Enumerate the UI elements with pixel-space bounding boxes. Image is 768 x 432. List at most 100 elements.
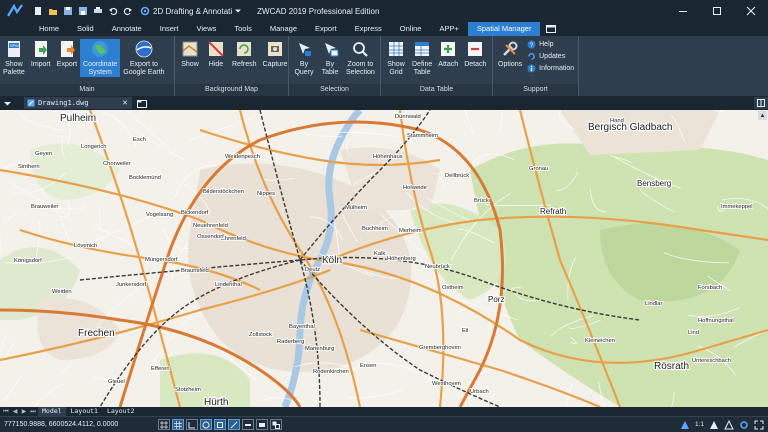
annotation-scale-icon[interactable] xyxy=(680,419,691,430)
selection-cycling-toggle[interactable] xyxy=(270,419,282,430)
tab-insert[interactable]: Insert xyxy=(151,22,188,36)
vertical-scrollbar[interactable]: ▲ xyxy=(757,110,768,407)
attach-button[interactable]: Attach xyxy=(435,39,461,69)
prev-layout-button[interactable]: ◀ xyxy=(11,408,19,416)
maximize-button[interactable] xyxy=(700,0,734,22)
ribbon-tab-bar: Home Solid Annotate Insert Views Tools M… xyxy=(0,22,768,36)
tab-layout1[interactable]: Layout1 xyxy=(67,407,102,416)
tab-layout2[interactable]: Layout2 xyxy=(103,407,138,416)
detach-button[interactable]: Detach xyxy=(461,39,489,69)
tab-app-plus[interactable]: APP+ xyxy=(430,22,467,36)
app-menu-button[interactable] xyxy=(0,0,30,22)
osnap-toggle[interactable] xyxy=(214,419,226,430)
document-menu-button[interactable] xyxy=(0,96,14,110)
map-capture-button[interactable]: Capture xyxy=(260,39,291,69)
information-link[interactable]: Information xyxy=(527,64,574,73)
tab-annotate[interactable]: Annotate xyxy=(103,22,151,36)
tab-export[interactable]: Export xyxy=(306,22,346,36)
annotation-visibility-icon[interactable] xyxy=(708,419,719,430)
open-icon[interactable] xyxy=(47,5,59,17)
place-label: Deutz xyxy=(305,267,320,273)
redo-icon[interactable] xyxy=(122,5,134,17)
place-label: Zollstock xyxy=(249,332,272,338)
options-button[interactable]: Options xyxy=(495,39,525,69)
dynamic-input-icon xyxy=(259,422,265,427)
coordinate-system-button[interactable]: Coordinate System xyxy=(80,39,121,77)
annotation-scale[interactable]: 1:1 xyxy=(695,421,704,428)
minimize-button[interactable] xyxy=(666,0,700,22)
tab-solid[interactable]: Solid xyxy=(68,22,103,36)
first-layout-button[interactable]: ⏮ xyxy=(2,408,10,416)
view-split-button[interactable] xyxy=(754,97,768,109)
place-label: Weidenpesch xyxy=(225,154,260,160)
saveas-icon[interactable] xyxy=(77,5,89,17)
place-label: Stotzheim xyxy=(175,387,201,393)
import-button[interactable]: Import xyxy=(28,39,54,69)
place-label: Holweide xyxy=(403,185,427,191)
place-label: Porz xyxy=(488,295,504,304)
import-label: Import xyxy=(30,61,51,68)
tab-home[interactable]: Home xyxy=(30,22,68,36)
undo-icon[interactable] xyxy=(107,5,119,17)
quick-access-toolbar xyxy=(32,5,134,17)
tab-model[interactable]: Model xyxy=(38,407,66,416)
document-tab[interactable]: Drawing1.dwg ✕ xyxy=(24,97,132,109)
save-icon[interactable] xyxy=(62,5,74,17)
map-refresh-button[interactable]: Refresh xyxy=(229,39,260,69)
help-link[interactable]: ? Help xyxy=(527,40,574,49)
auto-scale-icon[interactable] xyxy=(723,419,734,430)
drawing-canvas[interactable]: Pulheim Bergisch Gladbach Köln Frechen Hürth… xyxy=(0,110,768,407)
place-label: Gronau xyxy=(529,166,548,172)
place-label: Weiden xyxy=(52,289,72,295)
workspace-gear-icon[interactable] xyxy=(738,419,749,430)
svg-text:?: ? xyxy=(530,42,534,49)
workspace-selector[interactable]: 2D Drafting & Annotati xyxy=(140,6,242,16)
dynamic-input-toggle[interactable] xyxy=(256,419,268,430)
otrack-toggle[interactable] xyxy=(228,419,240,430)
map-show-button[interactable]: Show xyxy=(177,39,203,69)
updates-label: Updates xyxy=(539,53,566,60)
tab-manage[interactable]: Manage xyxy=(261,22,306,36)
layout-tab-bar: ⏮ ◀ ▶ ⏭ Model Layout1 Layout2 xyxy=(0,407,768,416)
export-google-earth-button[interactable]: Export to Google Earth xyxy=(120,39,167,77)
ribbon-minimize-button[interactable] xyxy=(544,22,558,36)
close-tab-icon[interactable]: ✕ xyxy=(122,99,128,107)
export-label: Export xyxy=(56,61,78,68)
tab-tools[interactable]: Tools xyxy=(225,22,261,36)
place-label: Brück xyxy=(474,198,489,204)
print-icon[interactable] xyxy=(92,5,104,17)
lineweight-toggle[interactable] xyxy=(242,419,254,430)
scroll-up-button[interactable]: ▲ xyxy=(758,111,767,120)
workspace-label: 2D Drafting & Annotati xyxy=(153,6,233,16)
new-tab-button[interactable] xyxy=(136,97,148,109)
tab-spatial-manager[interactable]: Spatial Manager xyxy=(467,22,541,36)
tab-online[interactable]: Online xyxy=(391,22,431,36)
zoom-to-selection-button[interactable]: Zoom to Selection xyxy=(343,39,378,77)
export-button[interactable]: Export xyxy=(54,39,80,69)
select-by-query-button[interactable]: By Query xyxy=(291,39,317,77)
grid-toggle[interactable] xyxy=(172,419,184,430)
minor-road xyxy=(134,129,185,160)
show-palette-button[interactable]: SPM Show Palette xyxy=(0,39,28,77)
updates-link[interactable]: Updates xyxy=(527,52,574,61)
define-table-button[interactable]: Define Table xyxy=(409,39,435,77)
help-icon: ? xyxy=(527,40,536,49)
last-layout-button[interactable]: ⏭ xyxy=(29,408,37,416)
fullscreen-icon[interactable] xyxy=(753,419,764,430)
place-label: Köln xyxy=(322,255,342,266)
tab-express[interactable]: Express xyxy=(346,22,391,36)
select-by-table-button[interactable]: By Table xyxy=(317,39,343,77)
next-layout-button[interactable]: ▶ xyxy=(20,408,28,416)
place-label: Bergisch Gladbach xyxy=(588,122,673,133)
snap-toggle[interactable] xyxy=(158,419,170,430)
place-label: Bensberg xyxy=(637,179,671,188)
show-grid-button[interactable]: Show Grid xyxy=(383,39,409,77)
tab-views[interactable]: Views xyxy=(188,22,226,36)
new-icon[interactable] xyxy=(32,5,44,17)
zwcad-logo-icon xyxy=(7,3,23,17)
ortho-toggle[interactable] xyxy=(186,419,198,430)
polar-toggle[interactable] xyxy=(200,419,212,430)
close-button[interactable] xyxy=(734,0,768,22)
show-palette-label: Show Palette xyxy=(3,61,25,76)
map-hide-button[interactable]: Hide xyxy=(203,39,229,69)
